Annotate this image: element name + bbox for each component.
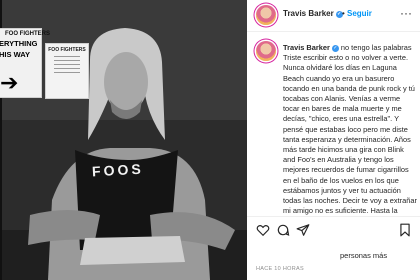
separator-dot: •	[342, 9, 345, 18]
save-icon[interactable]	[398, 223, 412, 237]
post-side-panel: Travis Barker ✓ • Seguir ··· Travis Barke…	[247, 0, 420, 280]
caption-username[interactable]: Travis Barker	[283, 43, 330, 52]
header-username[interactable]: Travis Barker ✓	[283, 9, 343, 18]
setlist-title: FOO FIGHTERS	[48, 47, 86, 53]
shirt-text: FOOS	[91, 160, 145, 180]
action-bar	[247, 216, 420, 245]
verified-badge-icon: ✓	[331, 45, 339, 52]
caption: Travis Barker ✓ no tengo las palabras Tri…	[283, 43, 418, 216]
avatar[interactable]	[256, 5, 276, 25]
post-photo: FOO FIGHTERS ERYTHING HIS WAY ➔ FOO FIGH…	[0, 0, 247, 280]
exit-sign: FOO FIGHTERS ERYTHING HIS WAY ➔	[0, 28, 50, 98]
setlist-sign: FOO FIGHTERS	[45, 43, 89, 99]
sign-text-line-2: HIS WAY	[0, 50, 30, 59]
caption-text: no tengo las palabras Triste escribir es…	[283, 43, 417, 216]
heart-icon[interactable]	[256, 223, 270, 237]
post-header: Travis Barker ✓ • Seguir ···	[247, 0, 420, 32]
caption-avatar[interactable]	[256, 41, 276, 61]
arrow-right-icon: ➔	[0, 70, 19, 95]
post-timestamp[interactable]: HACE 10 HORAS	[256, 266, 304, 272]
share-icon[interactable]	[296, 223, 310, 237]
sign-title: FOO FIGHTERS	[5, 31, 50, 37]
more-options-icon[interactable]: ···	[400, 6, 412, 20]
likes-summary[interactable]: personas más	[340, 251, 387, 260]
username-text[interactable]: Travis Barker	[283, 9, 334, 18]
sign-text-line-1: ERYTHING	[0, 39, 38, 48]
follow-button[interactable]: Seguir	[347, 9, 372, 18]
comment-icon[interactable]	[276, 223, 290, 237]
